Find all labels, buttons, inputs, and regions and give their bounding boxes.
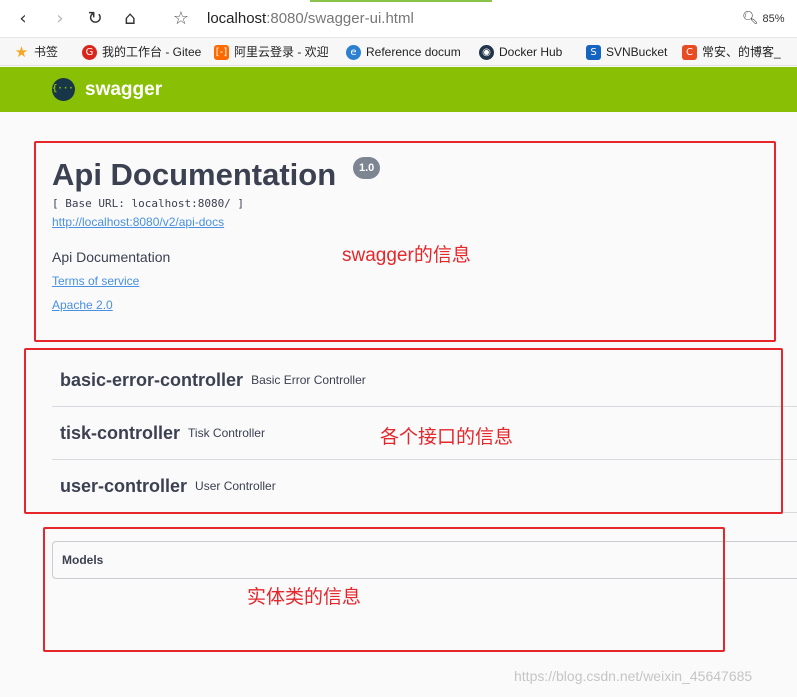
zoom-icon: 🔍︎ (742, 11, 759, 26)
gitee-icon: G (82, 44, 97, 60)
reload-icon[interactable]: ↻ (84, 8, 106, 30)
swagger-logo-icon[interactable]: {···} (52, 78, 79, 101)
annotation-box-models (43, 527, 725, 652)
bookmark-label: 阿里云登录 - 欢迎 (234, 45, 329, 59)
forward-icon[interactable]: › (49, 8, 71, 30)
annotation-label-controllers: 各个接口的信息 (380, 427, 514, 448)
bookmark-label: Reference docum (366, 45, 461, 59)
bookmark-label: 我的工作台 - Gitee (102, 45, 202, 59)
bookmark-item-reference[interactable]: e Reference docum (346, 43, 466, 61)
bookmark-label: Docker Hub (499, 45, 563, 59)
zoom-indicator[interactable]: 🔍︎ 85% (742, 11, 785, 26)
bookmark-item-bookmarks[interactable]: ★ 书签 (14, 43, 74, 61)
bookmark-item-blog[interactable]: C 常安、的博客_ (682, 43, 797, 61)
back-icon[interactable]: ‹ (12, 8, 34, 30)
bookmark-label: 书签 (34, 45, 59, 59)
address-bar[interactable]: localhost:8080/swagger-ui.html (207, 10, 414, 27)
swagger-brand[interactable]: swagger (85, 78, 162, 101)
tab-accent (310, 0, 492, 2)
csdn-icon: C (682, 44, 697, 60)
bookmark-label: 常安、的博客_ (702, 45, 781, 59)
bookmark-item-docker[interactable]: ◉ Docker Hub (479, 43, 579, 61)
bookmark-item-svnbucket[interactable]: S SVNBucket (586, 43, 678, 61)
aliyun-icon: [-] (214, 44, 229, 60)
bookmark-star-icon[interactable]: ☆ (170, 8, 192, 30)
browser-toolbar: ‹ › ↻ ⌂ ☆ localhost:8080/swagger-ui.html… (0, 0, 797, 38)
bookmark-label: SVNBucket (606, 45, 668, 59)
annotation-label-info: swagger的信息 (342, 245, 471, 266)
docker-icon: ◉ (479, 44, 494, 60)
url-host: localhost (207, 10, 267, 27)
bookmark-item-gitee[interactable]: G 我的工作台 - Gitee (82, 43, 202, 61)
watermark: https://blog.csdn.net/weixin_45647685 (514, 668, 753, 684)
annotation-label-models: 实体类的信息 (247, 587, 362, 608)
globe-icon: e (346, 44, 361, 60)
swagger-header: {···} swagger (0, 67, 797, 112)
star-icon: ★ (14, 43, 29, 61)
zoom-level: 85% (762, 13, 785, 25)
home-icon[interactable]: ⌂ (119, 8, 141, 30)
url-path: :8080/swagger-ui.html (266, 10, 414, 27)
svnbucket-icon: S (586, 44, 601, 60)
bookmark-item-aliyun[interactable]: [-] 阿里云登录 - 欢迎 (214, 43, 334, 61)
bookmarks-bar: ★ 书签 G 我的工作台 - Gitee [-] 阿里云登录 - 欢迎 e Refere… (0, 38, 797, 66)
